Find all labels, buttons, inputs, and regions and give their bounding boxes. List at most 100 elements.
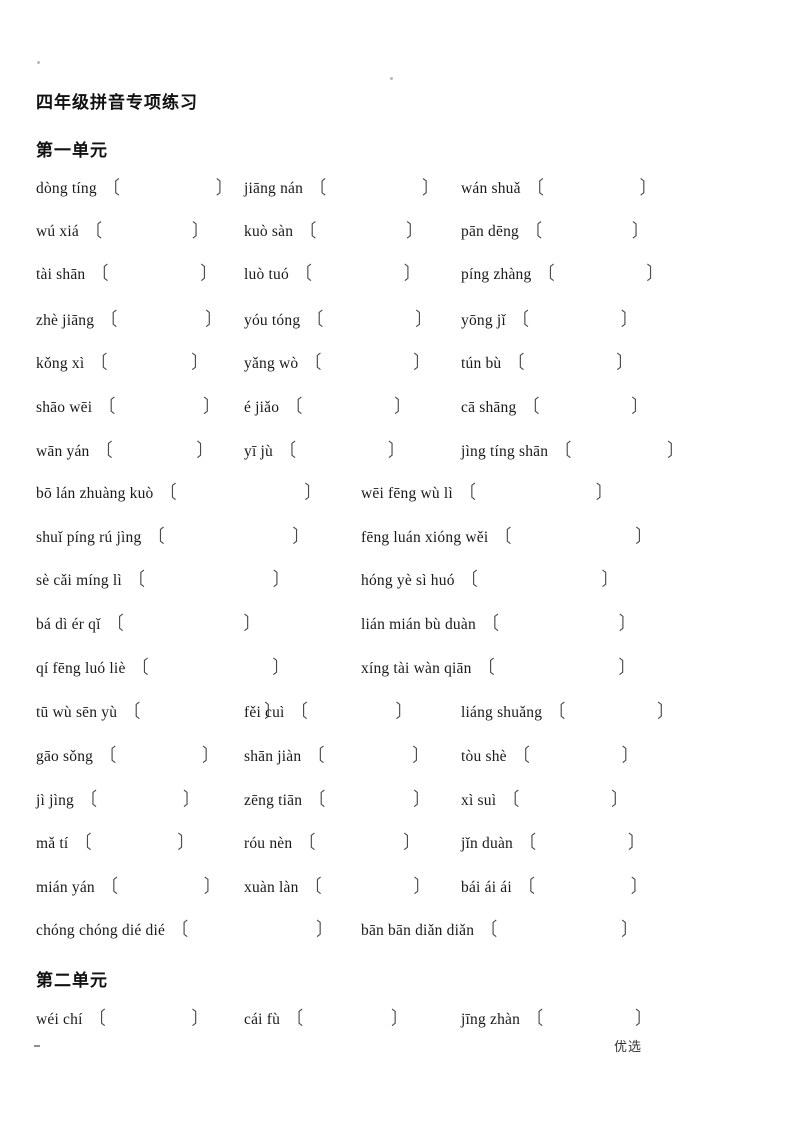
pinyin-entry: sè cǎi míng lì 〔〕 — [36, 570, 289, 598]
bracket-left-icon: 〔 — [101, 308, 118, 331]
answer-blank[interactable]: 〔〕 — [508, 353, 632, 371]
pinyin-entry: cái fù 〔〕 — [244, 1009, 407, 1037]
answer-blank[interactable]: 〔〕 — [287, 1009, 407, 1027]
answer-blank[interactable]: 〔〕 — [280, 441, 404, 459]
answer-blank[interactable]: 〔〕 — [503, 790, 627, 808]
answer-blank[interactable]: 〔〕 — [148, 527, 308, 545]
answer-blank[interactable]: 〔〕 — [460, 483, 612, 501]
scan-speck-top-left — [37, 61, 40, 64]
pinyin-text: wēi fēng wù lì — [361, 485, 453, 502]
answer-blank[interactable]: 〔〕 — [555, 441, 683, 459]
pinyin-entry: dòng tíng 〔〕 — [36, 178, 232, 206]
pinyin-entry: chóng chóng dié dié 〔〕 — [36, 918, 333, 948]
pinyin-text: luò tuó — [244, 266, 289, 283]
answer-blank[interactable]: 〔〕 — [519, 877, 647, 895]
pinyin-entry: cā shāng 〔〕 — [461, 397, 647, 425]
answer-blank[interactable]: 〔〕 — [100, 744, 219, 767]
exercise-row: qí fēng luó liè 〔〕 xíng tài wàn qiān 〔〕 — [36, 658, 766, 686]
answer-blank[interactable]: 〔〕 — [81, 788, 200, 811]
pinyin-text: tòu shè — [461, 748, 507, 765]
answer-blank[interactable]: 〔〕 — [292, 702, 412, 720]
bracket-right-icon: 〕 — [412, 744, 429, 767]
pinyin-entry: jǐn duàn 〔〕 — [461, 833, 644, 861]
pinyin-text: zēng tiān — [244, 792, 303, 809]
pinyin-text: róu nèn — [244, 835, 293, 852]
answer-blank[interactable]: 〔〕 — [299, 833, 419, 851]
pinyin-entry: fěi cuì 〔〕 — [244, 702, 412, 730]
bracket-right-icon: 〕 — [183, 788, 200, 811]
pinyin-text: bái ái ái — [461, 879, 512, 896]
answer-blank[interactable]: 〔〕 — [549, 702, 673, 720]
pinyin-entry: wēi fēng wù lì 〔〕 — [361, 483, 612, 511]
answer-blank[interactable]: 〔〕 — [85, 219, 208, 242]
answer-blank[interactable]: 〔〕 — [513, 310, 637, 328]
bracket-right-icon: 〕 — [202, 744, 219, 767]
answer-blank[interactable]: 〔〕 — [538, 264, 662, 282]
answer-blank[interactable]: 〔〕 — [92, 264, 216, 282]
pinyin-text: shāo wēi — [36, 399, 93, 416]
answer-blank[interactable]: 〔〕 — [305, 875, 430, 898]
pinyin-text: wéi chí — [36, 1011, 83, 1028]
answer-blank[interactable]: 〔〕 — [305, 353, 429, 371]
pinyin-text: mián yán — [36, 879, 95, 896]
pinyin-text: gāo sǒng — [36, 748, 94, 765]
pinyin-entry: shuǐ píng rú jìng 〔〕 — [36, 527, 308, 555]
answer-blank[interactable]: 〔〕 — [286, 397, 410, 415]
answer-blank[interactable]: 〔〕 — [481, 920, 637, 938]
pinyin-text: zhè jiāng — [36, 312, 95, 329]
answer-blank[interactable]: 〔〕 — [172, 918, 333, 941]
answer-blank[interactable]: 〔〕 — [310, 178, 438, 196]
bracket-left-icon: 〔 — [305, 875, 322, 898]
pinyin-entry: hóng yè sì huó 〔〕 — [361, 570, 618, 598]
answer-blank[interactable]: 〔〕 — [462, 570, 618, 588]
bracket-left-icon: 〔 — [85, 219, 102, 242]
bracket-left-icon: 〔 — [100, 744, 117, 767]
answer-blank[interactable]: 〔〕 — [309, 788, 430, 811]
bracket-left-icon: 〔 — [495, 525, 512, 548]
exercise-row: bō lán zhuàng kuò 〔〕 wēi fēng wù lì 〔〕 — [36, 483, 766, 511]
answer-blank[interactable]: 〔〕 — [96, 439, 212, 462]
answer-blank[interactable]: 〔〕 — [308, 744, 429, 767]
answer-blank[interactable]: 〔〕 — [483, 614, 635, 632]
document-page: 四年级拼音专项练习 第一单元 第二单元 dòng tíng 〔〕 jiāng nán 〔… — [0, 0, 793, 1122]
bracket-left-icon: 〔 — [89, 1007, 106, 1030]
answer-blank[interactable]: 〔〕 — [99, 395, 219, 418]
bracket-right-icon: 〕 — [413, 788, 430, 811]
pinyin-text: tún bù — [461, 355, 502, 372]
answer-blank[interactable]: 〔〕 — [89, 1007, 208, 1030]
answer-blank[interactable]: 〔〕 — [307, 310, 431, 328]
answer-blank[interactable]: 〔〕 — [526, 219, 649, 242]
answer-blank[interactable]: 〔〕 — [75, 831, 194, 854]
exercise-row: kǒng xì 〔〕 yǎng wò 〔〕 tún bù 〔〕 — [36, 353, 766, 381]
answer-blank[interactable]: 〔〕 — [520, 833, 644, 851]
answer-blank[interactable]: 〔〕 — [514, 746, 638, 764]
bracket-left-icon: 〔 — [99, 395, 116, 418]
answer-blank[interactable]: 〔〕 — [523, 397, 647, 415]
answer-blank[interactable]: 〔〕 — [133, 658, 289, 676]
answer-blank[interactable]: 〔〕 — [101, 308, 221, 331]
answer-blank[interactable]: 〔〕 — [528, 178, 656, 196]
answer-blank[interactable]: 〔〕 — [160, 483, 320, 501]
bracket-right-icon: 〕 — [632, 219, 649, 242]
answer-blank[interactable]: 〔〕 — [300, 221, 422, 239]
bracket-right-icon: 〕 — [177, 831, 194, 854]
pinyin-text: shuǐ píng rú jìng — [36, 529, 142, 546]
answer-blank[interactable]: 〔〕 — [129, 570, 289, 588]
pinyin-text: dòng tíng — [36, 180, 97, 197]
pinyin-text: kuò sàn — [244, 223, 294, 240]
pinyin-entry: gāo sǒng 〔〕 — [36, 744, 219, 774]
answer-blank[interactable]: 〔〕 — [108, 614, 260, 632]
unit-heading: 第一单元 — [36, 141, 108, 161]
answer-blank[interactable]: 〔〕 — [296, 264, 420, 282]
pinyin-text: yǎng wò — [244, 355, 299, 372]
pinyin-entry: luò tuó 〔〕 — [244, 264, 420, 292]
answer-blank[interactable]: 〔〕 — [527, 1009, 651, 1027]
bracket-right-icon: 〕 — [316, 918, 333, 941]
answer-blank[interactable]: 〔〕 — [479, 658, 635, 676]
exercise-row: gāo sǒng 〔〕 shān jiàn 〔〕 tòu shè 〔〕 — [36, 744, 766, 774]
bracket-left-icon: 〔 — [96, 439, 113, 462]
answer-blank[interactable]: 〔〕 — [102, 877, 220, 895]
answer-blank[interactable]: 〔〕 — [91, 353, 207, 371]
answer-blank[interactable]: 〔〕 — [104, 178, 232, 196]
answer-blank[interactable]: 〔〕 — [495, 525, 651, 548]
